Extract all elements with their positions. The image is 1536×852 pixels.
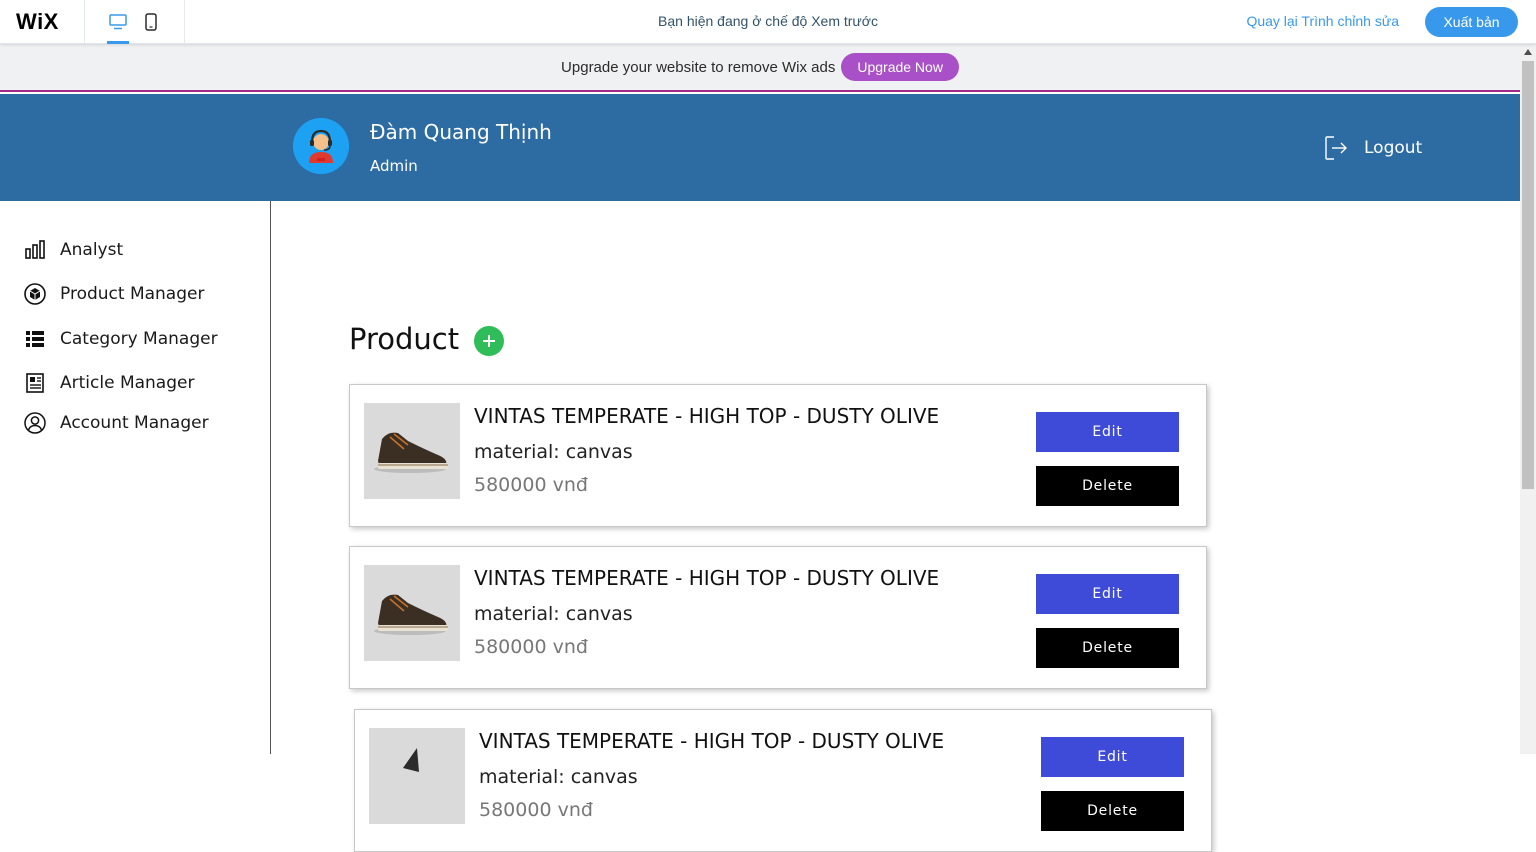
product-name: VINTAS TEMPERATE - HIGH TOP - DUSTY OLIV… — [474, 566, 940, 590]
sidebar-item-label: Product Manager — [60, 284, 205, 304]
edit-button[interactable]: Edit — [1036, 412, 1179, 452]
sneaker-image — [364, 565, 460, 661]
product-card: VINTAS TEMPERATE - HIGH TOP - DUSTY OLIV… — [349, 384, 1207, 527]
product-name: VINTAS TEMPERATE - HIGH TOP - DUSTY OLIV… — [474, 404, 940, 428]
product-card: VINTAS TEMPERATE - HIGH TOP - DUSTY OLIV… — [354, 709, 1212, 852]
support-agent-icon — [293, 118, 349, 174]
product-price: 580000 vnđ — [474, 474, 588, 496]
sidebar-item-account-manager[interactable]: Account Manager — [24, 412, 209, 434]
sidebar-item-category-manager[interactable]: Category Manager — [24, 328, 218, 350]
user-circle-icon — [24, 412, 46, 434]
sidebar-item-label: Article Manager — [60, 373, 195, 393]
scroll-up-arrow[interactable] — [1520, 44, 1536, 60]
product-material: material: canvas — [474, 441, 633, 463]
edit-button[interactable]: Edit — [1041, 737, 1184, 777]
publish-button[interactable]: Xuất bản — [1425, 7, 1518, 37]
wix-preview-bar: WiX Bạn hiện đang ở chế độ Xem trước Qua… — [0, 0, 1536, 44]
newspaper-icon — [26, 373, 44, 393]
list-icon — [26, 331, 44, 347]
sidebar: Analyst Product Manager Category Manager… — [0, 201, 271, 754]
user-name: Đàm Quang Thịnh — [370, 120, 552, 144]
sidebar-item-label: Category Manager — [60, 329, 218, 349]
cube-icon — [24, 283, 46, 305]
sidebar-item-label: Analyst — [60, 240, 124, 260]
product-image — [364, 403, 460, 499]
sneaker-image — [364, 403, 460, 499]
product-card: VINTAS TEMPERATE - HIGH TOP - DUSTY OLIV… — [349, 546, 1207, 689]
bar-chart-icon — [25, 240, 45, 259]
product-price: 580000 vnđ — [479, 799, 593, 821]
upgrade-banner-text: Upgrade your website to remove Wix ads — [561, 58, 836, 76]
sidebar-item-product-manager[interactable]: Product Manager — [24, 283, 204, 305]
product-price: 580000 vnđ — [474, 636, 588, 658]
sidebar-item-article-manager[interactable]: Article Manager — [24, 372, 194, 394]
product-material: material: canvas — [479, 766, 638, 788]
page-title: Product — [349, 322, 460, 356]
logout-button[interactable]: Logout — [1324, 135, 1422, 161]
delete-button[interactable]: Delete — [1036, 466, 1179, 506]
logout-label: Logout — [1364, 138, 1423, 158]
mobile-view-button[interactable] — [134, 0, 168, 44]
plus-icon — [483, 335, 495, 347]
product-image — [364, 565, 460, 661]
divider — [184, 0, 185, 44]
divider — [84, 0, 85, 44]
logout-icon — [1325, 136, 1347, 160]
sidebar-item-label: Account Manager — [60, 413, 209, 433]
back-to-editor-link[interactable]: Quay lại Trình chỉnh sửa — [1246, 13, 1399, 29]
delete-button[interactable]: Delete — [1036, 628, 1179, 668]
wix-logo[interactable]: WiX — [16, 9, 59, 35]
sidebar-item-analyst[interactable]: Analyst — [24, 239, 123, 261]
scrollbar[interactable] — [1520, 44, 1536, 754]
upgrade-banner: Upgrade your website to remove Wix ads U… — [0, 44, 1520, 92]
add-product-button[interactable] — [474, 326, 504, 356]
delete-button[interactable]: Delete — [1041, 791, 1184, 831]
product-image — [369, 728, 465, 824]
user-role: Admin — [370, 157, 418, 175]
avatar — [293, 118, 349, 174]
product-material: material: canvas — [474, 603, 633, 625]
upgrade-now-button[interactable]: Upgrade Now — [841, 53, 959, 81]
desktop-icon — [109, 14, 127, 30]
product-name: VINTAS TEMPERATE - HIGH TOP - DUSTY OLIV… — [479, 729, 945, 753]
site-header: Đàm Quang Thịnh Admin Logout — [0, 94, 1520, 201]
sneaker-image — [369, 728, 465, 824]
desktop-view-button[interactable] — [101, 0, 135, 44]
scrollbar-thumb[interactable] — [1522, 61, 1534, 489]
triangle-up-icon — [1524, 49, 1532, 55]
edit-button[interactable]: Edit — [1036, 574, 1179, 614]
mobile-icon — [145, 13, 157, 31]
